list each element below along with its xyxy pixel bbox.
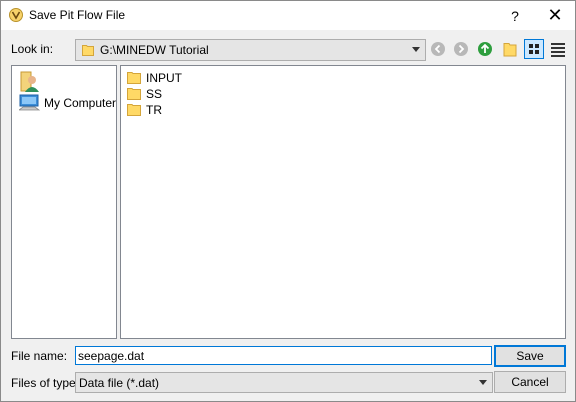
folder-name: INPUT — [146, 71, 182, 85]
file-type-value: Data file (*.dat) — [79, 376, 160, 390]
file-type-label: Files of type: — [11, 376, 80, 390]
folder-icon — [127, 88, 141, 100]
computer-icon — [19, 94, 41, 111]
chevron-down-icon[interactable] — [479, 380, 487, 385]
sidebar-item-my-computer[interactable]: My Computer — [17, 94, 117, 112]
forward-icon[interactable] — [452, 40, 470, 58]
list-item[interactable]: INPUT — [127, 70, 247, 86]
save-button[interactable]: Save — [494, 345, 566, 367]
detail-view-icon[interactable] — [549, 40, 567, 58]
folder-icon — [82, 45, 94, 56]
title-bar: Save Pit Flow File ? ✕ — [1, 1, 575, 30]
look-in-combo[interactable]: G:\MINEDW Tutorial — [75, 39, 426, 61]
file-type-select[interactable]: Data file (*.dat) — [75, 372, 493, 393]
look-in-label: Look in: — [11, 42, 54, 56]
save-dialog: Save Pit Flow File ? ✕ Look in: G:\MINED… — [0, 0, 576, 402]
up-folder-icon[interactable] — [476, 40, 494, 58]
back-icon[interactable] — [429, 40, 447, 58]
sidebar-item-label: My Computer — [44, 96, 117, 110]
file-name-label: File name: — [11, 349, 68, 363]
app-logo-icon — [9, 8, 23, 22]
list-view-icon[interactable] — [524, 39, 544, 59]
folder-name: SS — [146, 87, 163, 101]
chevron-down-icon[interactable] — [412, 47, 420, 52]
file-list[interactable]: INPUT SS TR — [120, 65, 566, 339]
user-icon[interactable] — [19, 71, 41, 93]
cancel-button[interactable]: Cancel — [494, 371, 566, 393]
list-item[interactable]: TR — [127, 102, 247, 118]
folder-name: TR — [146, 103, 162, 117]
new-folder-icon[interactable] — [501, 40, 519, 58]
file-name-input[interactable] — [75, 346, 492, 365]
look-in-path: G:\MINEDW Tutorial — [100, 43, 209, 57]
list-item[interactable]: SS — [127, 86, 247, 102]
close-button[interactable]: ✕ — [535, 1, 575, 30]
folder-icon — [127, 104, 141, 116]
dialog-title: Save Pit Flow File — [29, 8, 126, 22]
places-sidebar: My Computer — [11, 65, 117, 339]
help-button[interactable]: ? — [495, 1, 535, 30]
folder-icon — [127, 72, 141, 84]
